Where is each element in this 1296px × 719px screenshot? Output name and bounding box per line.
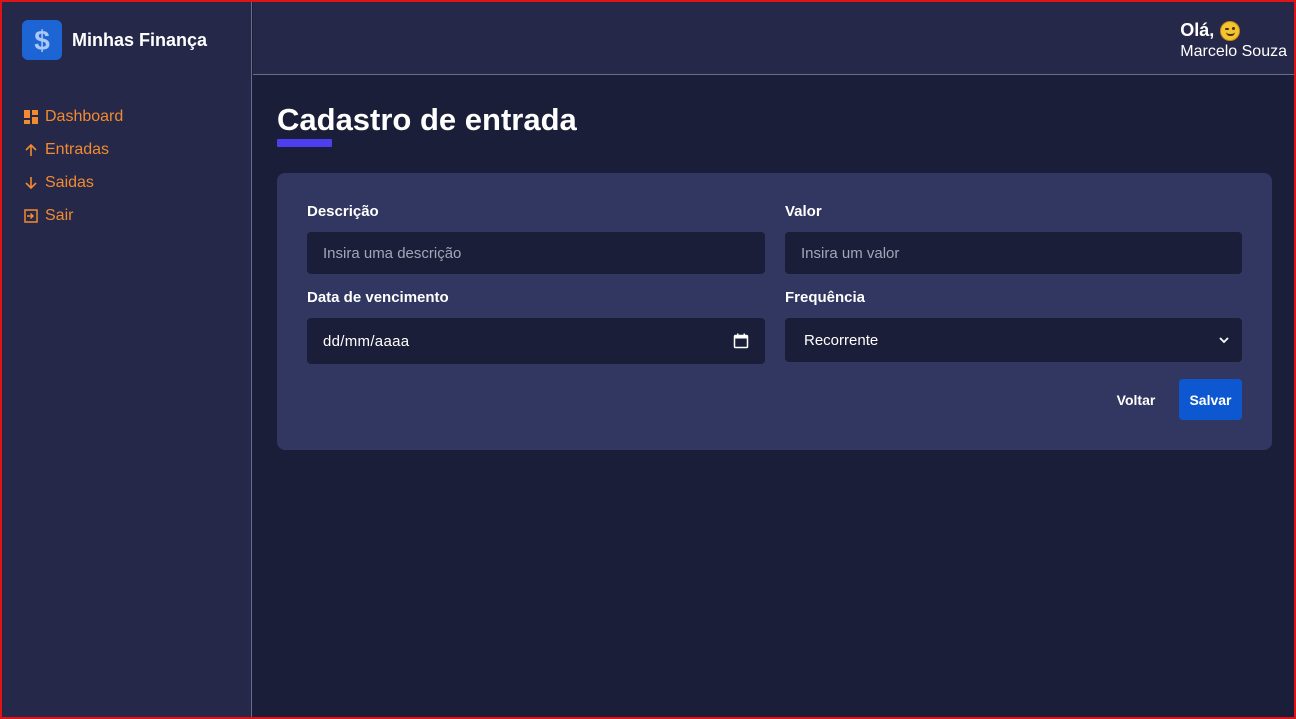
sidebar-item-label: Saidas <box>45 173 94 191</box>
due-date-input[interactable]: dd/mm/aaaa <box>307 318 765 364</box>
top-header: Olá, Marcelo Souza <box>253 0 1296 75</box>
brand[interactable]: $ Minhas Finança <box>22 20 207 60</box>
sidebar-item-saidas[interactable]: Saidas <box>24 166 123 199</box>
frequency-label: Frequência <box>785 289 866 306</box>
sidebar-menu: Dashboard Entradas Saidas Sair <box>24 100 123 232</box>
due-date-label: Data de vencimento <box>307 289 449 306</box>
page-title: Cadastro de entrada <box>277 102 577 137</box>
chevron-down-icon <box>1218 334 1230 346</box>
description-placeholder: Insira uma descrição <box>323 244 462 262</box>
sidebar-item-label: Sair <box>45 206 74 224</box>
sidebar-item-entradas[interactable]: Entradas <box>24 133 123 166</box>
description-label: Descrição <box>307 203 379 220</box>
dollar-logo-icon: $ <box>22 20 62 60</box>
app-title: Minhas Finança <box>72 29 208 50</box>
amount-placeholder: Insira um valor <box>801 244 900 262</box>
arrow-down-icon <box>24 176 38 190</box>
sidebar-item-label: Dashboard <box>45 107 124 125</box>
greeting-text: Olá, <box>1180 20 1215 40</box>
dashboard-icon <box>24 109 38 124</box>
due-date-value: dd/mm/aaaa <box>323 332 410 350</box>
arrow-up-icon <box>24 143 38 157</box>
sidebar: $ Minhas Finança Dashboard Entradas Said… <box>0 0 252 719</box>
smirk-emoji-icon <box>1220 20 1241 41</box>
amount-label: Valor <box>785 203 822 220</box>
description-input[interactable]: Insira uma descrição <box>307 232 765 274</box>
save-button[interactable]: Salvar <box>1179 379 1242 420</box>
sidebar-item-sair[interactable]: Sair <box>24 199 123 232</box>
sidebar-item-label: Entradas <box>45 140 110 158</box>
title-underline <box>277 139 332 147</box>
calendar-icon[interactable] <box>733 333 749 349</box>
username: Marcelo Souza <box>1180 43 1287 60</box>
user-greeting: Olá, Marcelo Souza <box>1180 20 1287 61</box>
frequency-select[interactable]: Recorrente <box>785 318 1242 362</box>
amount-input[interactable]: Insira um valor <box>785 232 1242 274</box>
sidebar-item-dashboard[interactable]: Dashboard <box>24 100 123 133</box>
frequency-selected: Recorrente <box>804 331 879 349</box>
svg-text:$: $ <box>34 25 50 55</box>
logout-icon <box>24 208 38 223</box>
back-button[interactable]: Voltar <box>1103 379 1169 420</box>
